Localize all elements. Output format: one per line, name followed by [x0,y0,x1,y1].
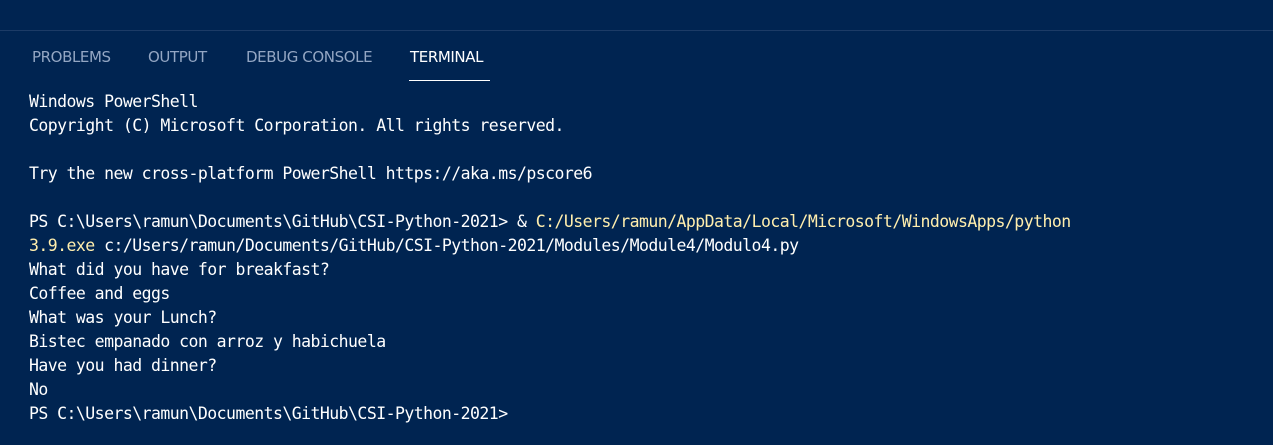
terminal-prompt: PS C:\Users\ramun\Documents\GitHub\CSI-P… [29,404,508,423]
vscode-panel: PROBLEMS OUTPUT DEBUG CONSOLE TERMINAL W… [0,0,1273,445]
tab-terminal[interactable]: TERMINAL [410,48,483,66]
active-tab-indicator [409,80,490,81]
terminal-line-text: Try the new cross-platform PowerShell ht… [29,164,593,183]
terminal-output[interactable]: Windows PowerShell Copyright (C) Microso… [29,90,1265,426]
terminal-command-path: C:/Users/ramun/AppData/Local/Microsoft/W… [535,212,1071,231]
terminal-line: Windows PowerShell [29,90,1265,114]
tab-debug-console[interactable]: DEBUG CONSOLE [246,48,373,66]
terminal-command-args: c:/Users/ramun/Documents/GitHub/CSI-Pyth… [94,236,799,255]
tab-problems[interactable]: PROBLEMS [32,48,111,66]
panel-tab-bar: PROBLEMS OUTPUT DEBUG CONSOLE TERMINAL [0,31,1273,81]
terminal-line-text: Windows PowerShell [29,92,198,111]
terminal-line-text: No [29,380,48,399]
terminal-line-text: Have you had dinner? [29,356,217,375]
terminal-line: Try the new cross-platform PowerShell ht… [29,162,1265,186]
terminal-line-text: Copyright (C) Microsoft Corporation. All… [29,116,564,135]
terminal-line: Bistec empanado con arroz y habichuela [29,330,1265,354]
terminal-line-text: Bistec empanado con arroz y habichuela [29,332,386,351]
terminal-line: Have you had dinner? [29,354,1265,378]
tab-output[interactable]: OUTPUT [148,48,207,66]
terminal-line: No [29,378,1265,402]
terminal-prompt: PS C:\Users\ramun\Documents\GitHub\CSI-P… [29,212,536,231]
terminal-prompt-line: PS C:\Users\ramun\Documents\GitHub\CSI-P… [29,402,1265,426]
terminal-line-text: What was your Lunch? [29,308,217,327]
terminal-line-text: What did you have for breakfast? [29,260,330,279]
terminal-line-text: Coffee and eggs [29,284,170,303]
terminal-command-line: PS C:\Users\ramun\Documents\GitHub\CSI-P… [29,210,1265,234]
terminal-line: Coffee and eggs [29,282,1265,306]
terminal-command-path: 3.9.exe [29,236,95,255]
terminal-line: Copyright (C) Microsoft Corporation. All… [29,114,1265,138]
terminal-line: What did you have for breakfast? [29,258,1265,282]
terminal-line: What was your Lunch? [29,306,1265,330]
terminal-command-line: 3.9.exe c:/Users/ramun/Documents/GitHub/… [29,234,1265,258]
